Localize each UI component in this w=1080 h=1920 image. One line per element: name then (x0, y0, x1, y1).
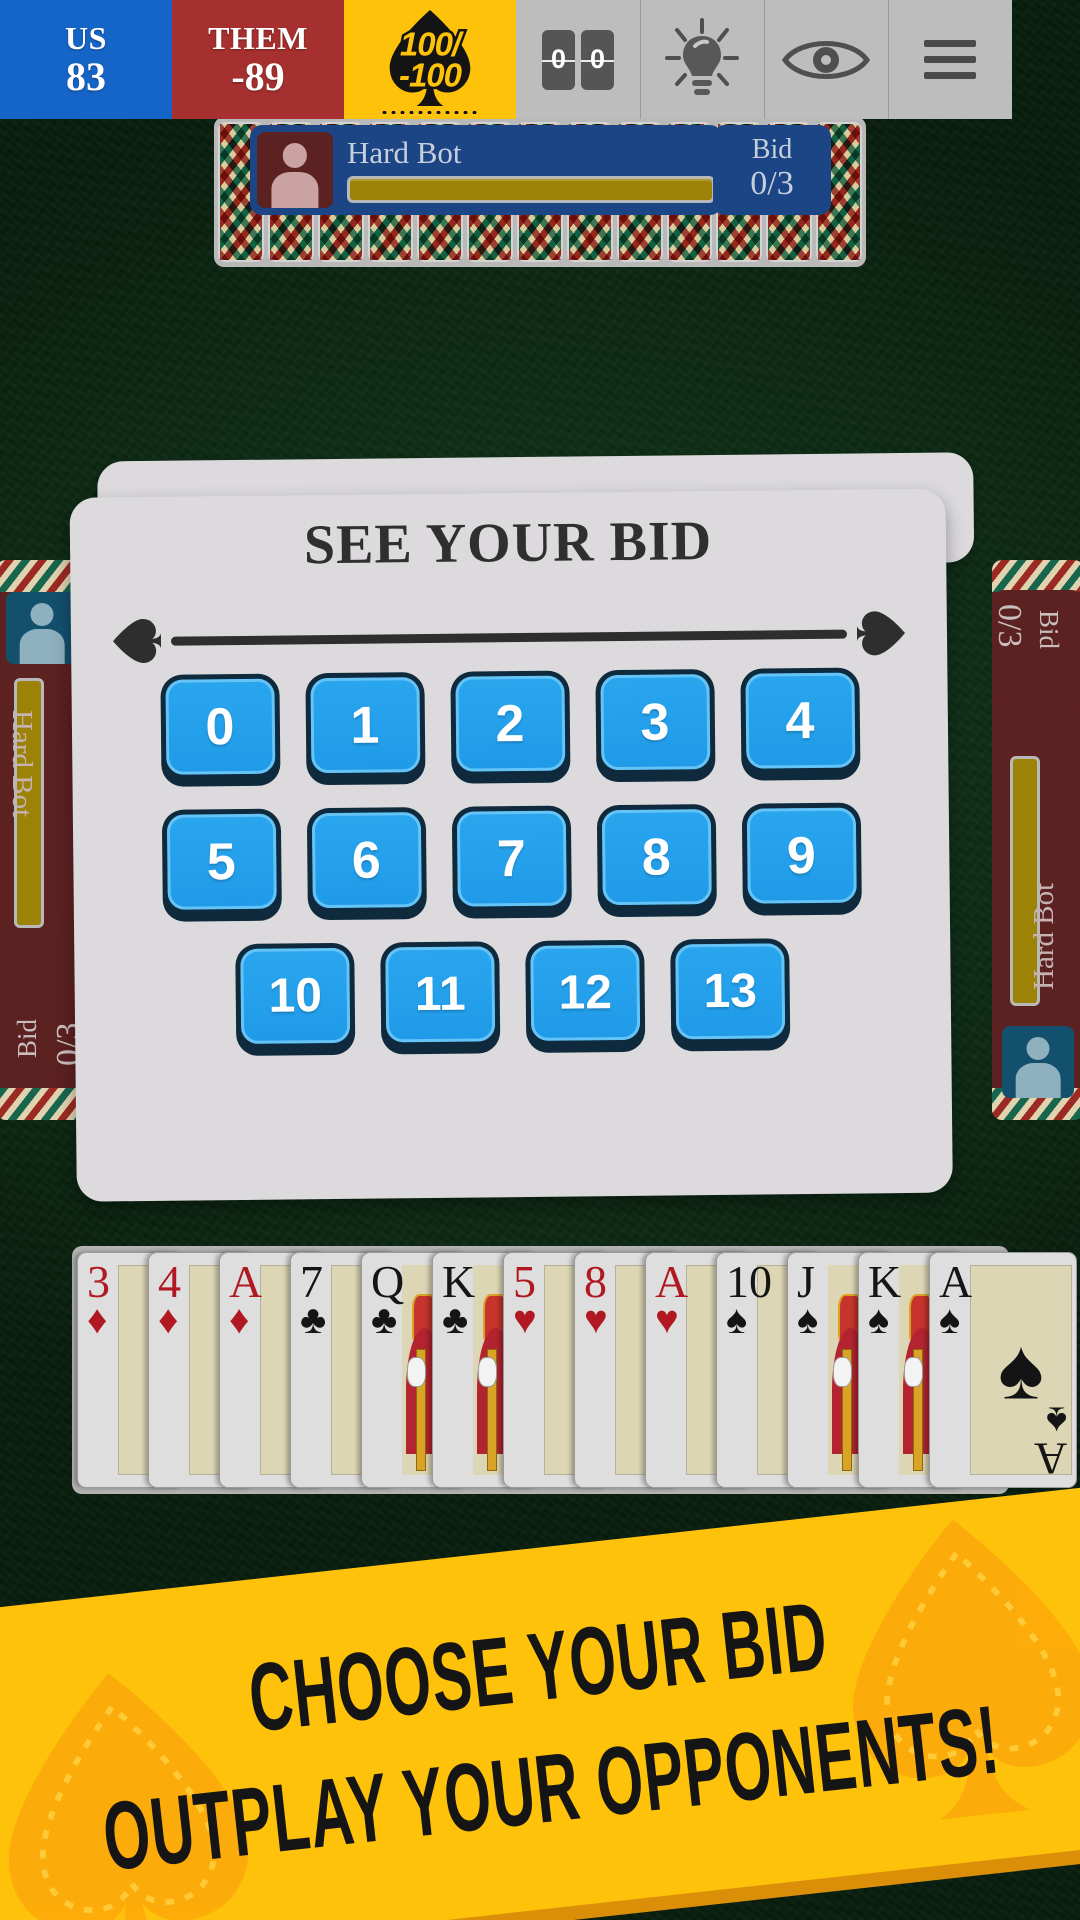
north-bid-value: 0/3 (750, 165, 794, 203)
east-player-name: Hard Bot (1028, 882, 1060, 990)
avatar-head (282, 143, 308, 168)
peek-button[interactable] (764, 0, 888, 119)
card-rank: A (1033, 1433, 1067, 1484)
score-us-value: 83 (66, 53, 106, 99)
score-us-label: US (65, 19, 107, 56)
bid-slider[interactable] (109, 605, 910, 669)
bid-button-label: 11 (385, 946, 496, 1043)
bid-number-grid: 01234 56789 10 11 12 13 (97, 667, 925, 1081)
score-them-label: THEM (208, 19, 308, 56)
top-bar: US 83 THEM -89 100/ -100 0 0 (0, 0, 1080, 119)
avatar-body (271, 171, 319, 208)
bid-slider-track[interactable] (170, 629, 848, 646)
bid-button-label: 7 (456, 810, 567, 907)
bid-row-3: 10 11 12 13 (100, 937, 925, 1058)
score-them[interactable]: THEM -89 (172, 0, 344, 119)
west-bid-label: Bid (12, 1018, 42, 1058)
seat-north: Hard Bot Bid 0/3 (214, 117, 866, 267)
north-turn-timer (347, 176, 715, 203)
bid-button-label: 6 (311, 812, 422, 909)
hint-button[interactable] (640, 0, 764, 119)
lightbulb-icon (665, 17, 739, 95)
bid-button-label: 2 (454, 675, 565, 772)
game-rule-badge[interactable]: 100/ -100 (344, 0, 516, 119)
east-bid-label: Bid (1034, 610, 1064, 650)
bid-button-8[interactable]: 8 (596, 804, 717, 918)
bid-dialog: SEE YOUR BID 01234 56789 10 11 12 13 (69, 452, 981, 1202)
bid-button-6[interactable]: 6 (306, 807, 427, 921)
north-bid-label: Bid (751, 134, 793, 166)
bid-button-11[interactable]: 11 (380, 941, 501, 1055)
bid-button-label: 0 (164, 678, 275, 775)
counter-right-value: 0 (589, 44, 606, 74)
bid-button-12[interactable]: 12 (525, 939, 646, 1053)
bid-row-2: 56789 (99, 802, 924, 923)
north-nameplate: Hard Bot (250, 125, 722, 215)
bid-button-label: 3 (599, 674, 710, 771)
bid-button-label: 12 (530, 944, 641, 1041)
hamburger-menu-icon (924, 40, 976, 79)
promo-banner-text: CHOOSE YOUR BID OUTPLAY YOUR OPPONENTS! (0, 1482, 1080, 1920)
rule-badge-values: 100/ -100 (370, 24, 490, 94)
bid-button-9[interactable]: 9 (741, 802, 862, 916)
bid-button-13[interactable]: 13 (670, 938, 791, 1052)
bid-button-label: 5 (166, 813, 277, 910)
trick-counter: 0 0 (542, 29, 614, 90)
bid-button-7[interactable]: 7 (451, 805, 572, 919)
bid-button-label: 4 (744, 672, 855, 769)
counter-tile-right: 0 (581, 29, 614, 90)
score-us[interactable]: US 83 (0, 0, 172, 119)
bid-button-2[interactable]: 2 (449, 670, 571, 784)
promo-banner: CHOOSE YOUR BID OUTPLAY YOUR OPPONENTS! (0, 1481, 1080, 1920)
counter-left-value: 0 (550, 44, 567, 74)
spade-arrow-right-icon[interactable] (856, 607, 910, 660)
bid-button-0[interactable]: 0 (159, 673, 281, 787)
bid-button-5[interactable]: 5 (161, 808, 282, 922)
west-player-name: Hard Bot (6, 710, 38, 818)
avatar (6, 592, 78, 664)
eye-icon (781, 40, 871, 79)
north-nameplate-right: Hard Bot (333, 137, 715, 203)
west-bid-badge: Bid 0/3 (0, 962, 87, 1080)
hand-card-A-spades[interactable]: ♠ A ♠ A ♠ (929, 1252, 1077, 1488)
avatar-body (1015, 1063, 1061, 1098)
avatar (1002, 1026, 1074, 1098)
bid-dialog-title: SEE YOUR BID (303, 510, 713, 577)
rule-top-value: 100/ (397, 24, 463, 63)
trick-counter-button[interactable]: 0 0 (516, 0, 640, 119)
rule-badge-inner: 100/ -100 (370, 9, 490, 114)
bid-button-label: 13 (675, 943, 786, 1040)
avatar-head (1026, 1036, 1050, 1060)
bid-button-4[interactable]: 4 (739, 667, 861, 781)
menu-button[interactable] (888, 0, 1012, 119)
player-hand: 3 ♦ 4 ♦ A ♦ 7 ♣ Q ♣ K ♣ 5 ♥ 8 ♥ A ♥ 10 ♠ J ♠ K ♠ ♠ A ♠ A ♠ (72, 1246, 1077, 1494)
avatar (257, 132, 333, 208)
bid-button-10[interactable]: 10 (235, 942, 356, 1057)
spade-arrow-left-icon[interactable] (109, 615, 162, 668)
bid-button-1[interactable]: 1 (304, 672, 426, 786)
bid-row-1: 01234 (97, 667, 922, 788)
east-bid-value: 0/3 (991, 604, 1028, 648)
bid-button-label: 10 (240, 947, 351, 1044)
rule-dotted-line (380, 110, 480, 114)
east-card-backs-top (992, 560, 1080, 592)
card-suit: ♠ (939, 1298, 961, 1343)
score-them-value: -89 (231, 53, 285, 99)
avatar-body (19, 629, 65, 664)
bid-button-3[interactable]: 3 (594, 669, 716, 783)
card-rank: A (939, 1256, 973, 1307)
game-screen: US 83 THEM -89 100/ -100 0 0 Hard Bot Bi… (0, 0, 1080, 1920)
north-player-name: Hard Bot (347, 135, 462, 170)
north-bid-badge: Bid 0/3 (713, 125, 831, 215)
bid-dialog-body: SEE YOUR BID 01234 56789 10 11 12 13 (69, 488, 953, 1202)
bid-button-label: 9 (746, 807, 857, 904)
counter-tile-left: 0 (542, 29, 575, 90)
bid-button-label: 8 (601, 809, 712, 906)
avatar-head (30, 602, 54, 626)
bid-button-label: 1 (309, 677, 420, 774)
card-corner-index-bottom: A ♠ (1033, 1398, 1067, 1484)
east-bid-badge: Bid 0/3 (991, 590, 1080, 708)
rule-bottom-value: -100 (396, 56, 464, 94)
seat-east: Hard Bot Bid 0/3 (991, 560, 1080, 1120)
